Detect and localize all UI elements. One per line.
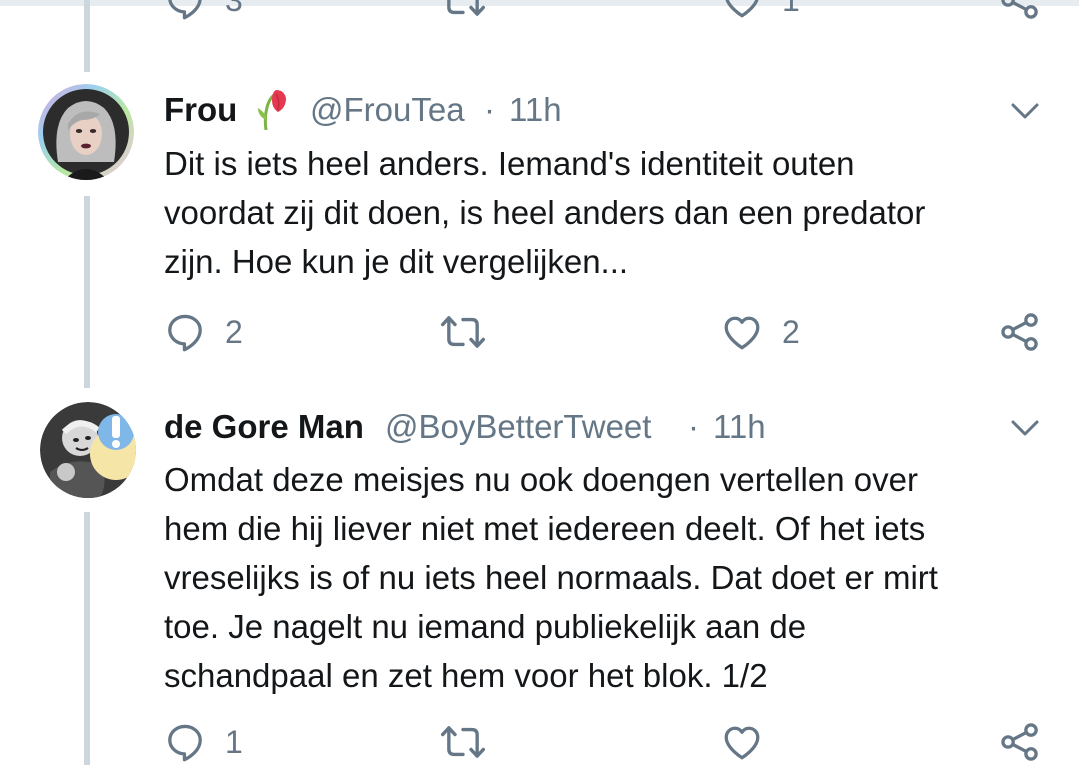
tweet-text: Dit is iets heel anders. Iemand's identi… bbox=[164, 139, 1044, 286]
handle[interactable]: @FrouTea bbox=[310, 91, 465, 129]
thread-line bbox=[84, 196, 90, 388]
like-count: 1 bbox=[782, 0, 800, 19]
tweet-text-line: hem die hij liever niet met iedereen dee… bbox=[164, 510, 926, 547]
reply-button[interactable]: 1 bbox=[163, 720, 243, 764]
chevron-down-icon[interactable] bbox=[1005, 96, 1045, 126]
top-divider bbox=[0, 0, 1079, 6]
retweet-button[interactable] bbox=[440, 720, 504, 764]
reply-icon bbox=[168, 0, 202, 20]
share-button[interactable] bbox=[998, 310, 1042, 354]
heart-icon bbox=[724, 316, 760, 350]
timestamp[interactable]: 11h bbox=[713, 408, 766, 446]
reply-count: 3 bbox=[225, 0, 243, 19]
separator-dot: · bbox=[484, 91, 495, 128]
like-button[interactable]: 1 bbox=[720, 0, 800, 22]
reply-icon bbox=[168, 724, 202, 762]
tweet-text-line: vreselijks is of nu iets heel normaals. … bbox=[164, 559, 938, 596]
reply-count: 2 bbox=[225, 313, 243, 350]
handle[interactable]: @BoyBetterTweet bbox=[385, 408, 651, 446]
timestamp[interactable]: 11h bbox=[509, 91, 562, 129]
avatar[interactable] bbox=[38, 84, 134, 180]
chevron-down-icon[interactable] bbox=[1005, 413, 1045, 443]
thread-line bbox=[84, 0, 90, 72]
thread-line bbox=[84, 512, 90, 765]
display-name[interactable]: de Gore Man bbox=[164, 408, 364, 446]
retweet-button[interactable] bbox=[440, 0, 504, 22]
avatar[interactable] bbox=[40, 402, 136, 498]
like-button[interactable] bbox=[720, 720, 782, 764]
separator-dot: · bbox=[688, 408, 699, 445]
tweet-text-line: zijn. Hoe kun je dit vergelijken... bbox=[164, 243, 629, 280]
retweet-button[interactable] bbox=[440, 310, 504, 354]
heart-icon bbox=[724, 726, 760, 760]
tweet-text-line: Dit is iets heel anders. Iemand's identi… bbox=[164, 145, 855, 182]
reply-icon bbox=[168, 314, 202, 352]
tweet-text-line: schandpaal en zet hem voor het blok. 1/2 bbox=[164, 657, 768, 694]
tweet-text-line: Omdat deze meisjes nu ook doengen vertel… bbox=[164, 461, 918, 498]
display-name[interactable]: Frou bbox=[164, 91, 237, 129]
like-count: 2 bbox=[782, 313, 800, 350]
retweet-icon bbox=[440, 316, 486, 348]
reply-button[interactable]: 3 bbox=[163, 0, 243, 22]
retweet-icon bbox=[440, 726, 486, 758]
share-button[interactable] bbox=[998, 720, 1042, 764]
wilted-flower-icon bbox=[254, 86, 290, 132]
tweet-text-line: toe. Je nagelt nu iemand publiekelijk aa… bbox=[164, 608, 807, 645]
reply-count: 1 bbox=[225, 723, 243, 760]
tweet-text: Omdat deze meisjes nu ook doengen vertel… bbox=[164, 455, 1044, 700]
reply-button[interactable]: 2 bbox=[163, 310, 243, 354]
share-button[interactable] bbox=[998, 0, 1042, 22]
share-icon bbox=[1001, 313, 1038, 351]
like-button[interactable]: 2 bbox=[720, 310, 800, 354]
heart-icon bbox=[725, 0, 759, 18]
share-icon bbox=[1001, 0, 1038, 19]
share-icon bbox=[1001, 723, 1038, 761]
tweet-text-line: voordat zij dit doen, is heel anders dan… bbox=[164, 194, 926, 231]
retweet-icon bbox=[447, 0, 486, 16]
